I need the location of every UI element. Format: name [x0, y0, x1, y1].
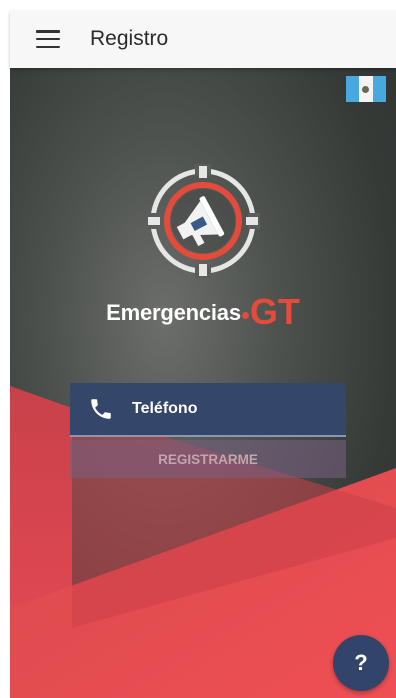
phone-input[interactable] — [130, 399, 314, 419]
country-flag-icon[interactable] — [346, 76, 386, 102]
app-bar: Registro — [10, 10, 396, 68]
register-button[interactable]: REGISTRARME — [70, 440, 346, 478]
flag-seal — [362, 85, 370, 93]
brand-logo: Emergencias GT — [10, 291, 396, 333]
registration-screen: Emergencias GT REGISTRARME ? — [10, 68, 396, 698]
phone-icon — [91, 399, 111, 419]
menu-icon[interactable] — [36, 30, 60, 48]
brand-name: Emergencias — [106, 300, 241, 325]
brand-dot — [241, 312, 249, 319]
phone-field[interactable] — [70, 383, 346, 437]
page-title: Registro — [90, 27, 169, 50]
megaphone-target-icon — [146, 164, 260, 278]
brand-suffix: GT — [249, 291, 300, 332]
help-button[interactable]: ? — [333, 635, 389, 691]
